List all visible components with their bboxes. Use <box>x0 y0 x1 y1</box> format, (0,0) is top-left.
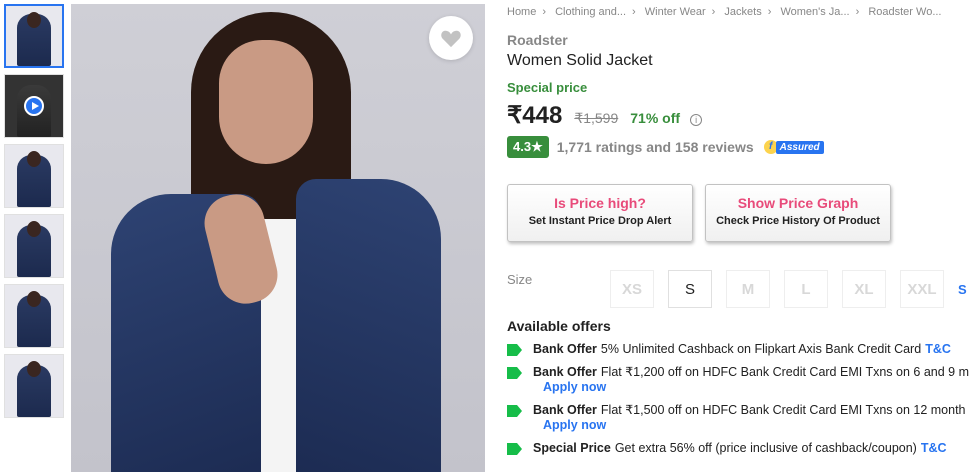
offer-type: Bank Offer <box>533 365 597 379</box>
offer-item: Bank Offer Flat ₹1,200 off on HDFC Bank C… <box>507 365 975 395</box>
product-info: Home › Clothing and... › Winter Wear › Jack… <box>507 0 975 456</box>
breadcrumb: Home › Clothing and... › Winter Wear › Jack… <box>507 6 942 18</box>
offer-item: Bank Offer Flat ₹1,500 off on HDFC Bank C… <box>507 403 975 433</box>
rating-badge[interactable]: 4.3★ <box>507 136 549 158</box>
breadcrumb-item[interactable]: Roadster Wo... <box>868 6 941 18</box>
breadcrumb-item[interactable]: Clothing and... <box>555 6 626 18</box>
size-option-xl[interactable]: XL <box>842 270 886 308</box>
size-selector: Size XS S M L XL XXL S <box>507 270 975 308</box>
offer-type: Bank Offer <box>533 342 597 356</box>
offer-tc-link[interactable]: T&C <box>925 342 951 356</box>
special-price-label: Special price <box>507 80 588 95</box>
card-subtext: Check Price History Of Product <box>716 215 880 227</box>
mrp-price: ₹1,599 <box>574 110 619 126</box>
thumbnail-3[interactable] <box>4 144 64 208</box>
product-title: Women Solid Jacket <box>507 52 653 69</box>
offer-text: Get extra 56% off (price inclusive of ca… <box>614 441 917 455</box>
size-option-xs[interactable]: XS <box>610 270 654 308</box>
offer-tag-icon <box>507 443 522 455</box>
offers-title: Available offers <box>507 318 611 334</box>
size-option-xxl[interactable]: XXL <box>900 270 944 308</box>
thumbnail-strip <box>4 4 68 424</box>
offer-type: Special Price <box>533 441 611 455</box>
card-heading: Show Price Graph <box>737 195 859 211</box>
price-row: ₹448 ₹1,599 71% off i <box>507 101 975 130</box>
size-option-l[interactable]: L <box>784 270 828 308</box>
thumbnail-4[interactable] <box>4 214 64 278</box>
offer-item: Bank Offer 5% Unlimited Cashback on Flipk… <box>507 342 975 357</box>
offer-tc-link[interactable]: T&C <box>921 441 947 455</box>
thumbnail-5[interactable] <box>4 284 64 348</box>
card-heading: Is Price high? <box>554 195 646 211</box>
offer-tag-icon <box>507 367 522 379</box>
size-label: Size <box>507 272 533 287</box>
thumbnail-1[interactable] <box>4 4 64 68</box>
brand-name[interactable]: Roadster <box>507 32 975 48</box>
size-chart-link[interactable]: S <box>958 270 967 297</box>
size-option-m[interactable]: M <box>726 270 770 308</box>
assured-label: Assured <box>775 140 824 154</box>
heart-icon <box>441 30 461 48</box>
apply-now-link[interactable]: Apply now <box>543 418 966 433</box>
apply-now-link[interactable]: Apply now <box>543 380 969 395</box>
thumbnail-video[interactable] <box>4 74 64 138</box>
offer-text: 5% Unlimited Cashback on Flipkart Axis B… <box>600 342 922 356</box>
assured-badge: f Assured <box>763 139 824 155</box>
wishlist-button[interactable] <box>429 16 473 60</box>
ratings-count[interactable]: 1,771 ratings and 158 reviews <box>557 139 754 155</box>
breadcrumb-item[interactable]: Winter Wear <box>645 6 706 18</box>
card-subtext: Set Instant Price Drop Alert <box>528 215 672 227</box>
offer-tag-icon <box>507 405 522 417</box>
info-icon[interactable]: i <box>690 114 703 126</box>
discount-percent: 71% off <box>630 110 681 126</box>
thumbnail-6[interactable] <box>4 354 64 418</box>
selling-price: ₹448 <box>507 102 563 129</box>
breadcrumb-item[interactable]: Home <box>507 6 536 18</box>
offer-item: Special Price Get extra 56% off (price in… <box>507 441 975 456</box>
breadcrumb-item[interactable]: Women's Ja... <box>780 6 849 18</box>
size-option-s[interactable]: S <box>668 270 712 308</box>
price-tools: Is Price high? Set Instant Price Drop Al… <box>507 184 975 242</box>
breadcrumb-item[interactable]: Jackets <box>724 6 761 18</box>
offer-type: Bank Offer <box>533 403 597 417</box>
play-icon <box>24 96 44 116</box>
offer-text: Flat ₹1,200 off on HDFC Bank Credit Card… <box>600 365 969 379</box>
price-drop-alert-button[interactable]: Is Price high? Set Instant Price Drop Al… <box>507 184 693 242</box>
offer-text: Flat ₹1,500 off on HDFC Bank Credit Card… <box>600 403 966 417</box>
offer-tag-icon <box>507 344 522 356</box>
product-main-image[interactable] <box>71 4 485 472</box>
rating-row: 4.3★ 1,771 ratings and 158 reviews f Ass… <box>507 136 975 158</box>
price-graph-button[interactable]: Show Price Graph Check Price History Of … <box>705 184 891 242</box>
